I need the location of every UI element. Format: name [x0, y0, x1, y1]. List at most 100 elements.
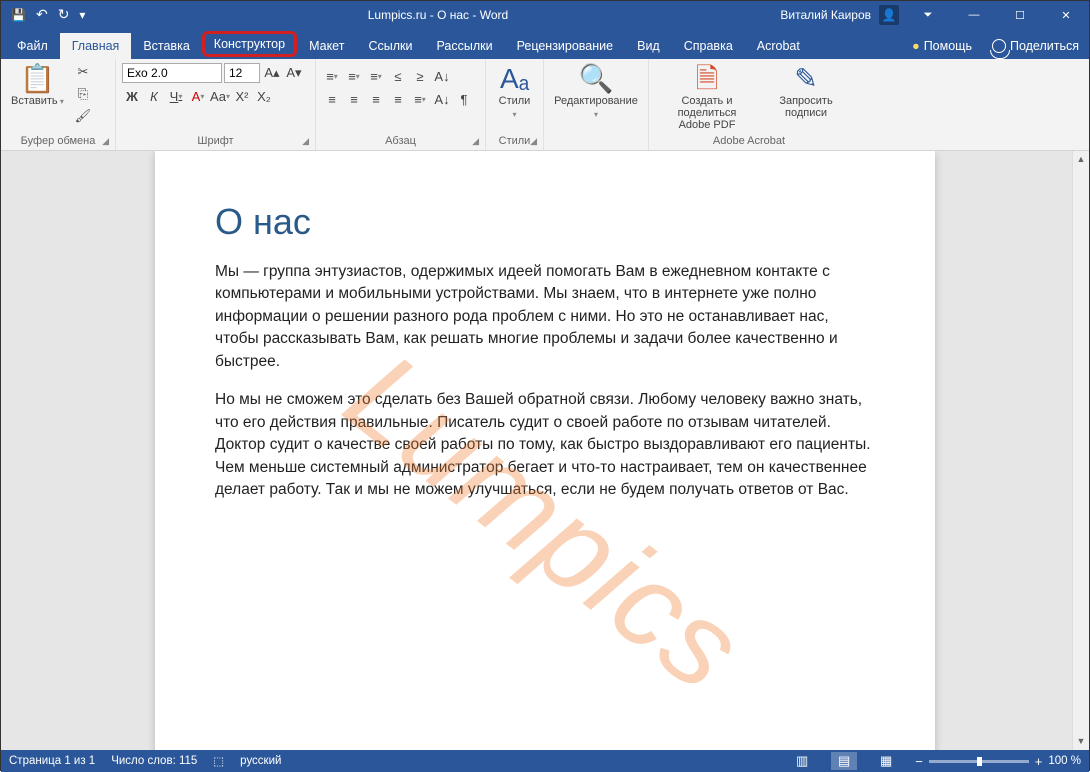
find-icon: 🔍: [579, 65, 614, 93]
paste-button[interactable]: 📋 Вставить: [7, 63, 68, 110]
sort-icon[interactable]: A↓: [432, 66, 452, 86]
undo-icon[interactable]: ↶: [36, 7, 48, 24]
dialog-launcher-icon[interactable]: ◢: [530, 136, 537, 147]
pdf-icon: 🗎: [696, 65, 719, 93]
tab-review[interactable]: Рецензирование: [505, 33, 626, 59]
status-bar: Страница 1 из 1 Число слов: 115 ⬚ русски…: [1, 750, 1089, 772]
document-area: О нас Мы — группа энтузиастов, одержимых…: [1, 151, 1089, 750]
print-layout-icon[interactable]: ▤: [831, 752, 857, 770]
increase-indent-icon[interactable]: ≥: [410, 66, 430, 86]
tell-me[interactable]: Помощь: [902, 33, 982, 59]
font-name-input[interactable]: [122, 63, 222, 83]
ribbon-tabs: Файл Главная Вставка Конструктор Макет С…: [1, 29, 1089, 59]
ribbon: 📋 Вставить ✂ ⎘ 🖌 Буфер обмена◢ A▴ A▾ Ж К…: [1, 59, 1089, 151]
font-color-icon[interactable]: A: [188, 86, 208, 106]
shrink-font-icon[interactable]: A▾: [284, 63, 304, 83]
vertical-scrollbar[interactable]: ▲ ▼: [1072, 151, 1089, 750]
window-title: Lumpics.ru - О нас - Word: [95, 8, 780, 22]
bullets-icon[interactable]: ≡: [322, 66, 342, 86]
zoom-out-icon[interactable]: −: [915, 754, 923, 769]
page-number[interactable]: Страница 1 из 1: [9, 755, 95, 767]
word-count[interactable]: Число слов: 115: [111, 755, 197, 767]
paragraph[interactable]: Но мы не сможем это сделать без Вашей об…: [215, 389, 875, 501]
user-account[interactable]: Виталий Каиров 👤: [780, 5, 905, 25]
clipboard-icon: 📋: [20, 65, 55, 93]
tab-home[interactable]: Главная: [60, 33, 132, 59]
watermark: Lumpics: [321, 326, 769, 718]
tab-file[interactable]: Файл: [5, 33, 60, 59]
sub-icon[interactable]: X₂: [254, 86, 274, 106]
tab-help[interactable]: Справка: [672, 33, 745, 59]
justify-icon[interactable]: ≡: [388, 89, 408, 109]
format-painter-icon[interactable]: 🖌: [74, 107, 92, 125]
tab-insert[interactable]: Вставка: [131, 33, 201, 59]
titlebar: 💾 ↶ ↻ ▾ Lumpics.ru - О нас - Word Витали…: [1, 1, 1089, 29]
editing-button[interactable]: 🔍 Редактирование: [550, 63, 642, 123]
styles-icon: Aₐ: [500, 65, 529, 93]
redo-icon[interactable]: ↻: [58, 7, 70, 24]
paragraph[interactable]: Мы — группа энтузиастов, одержимых идеей…: [215, 261, 875, 373]
multilevel-icon[interactable]: ≡: [366, 66, 386, 86]
sort-az-icon[interactable]: A↓: [432, 89, 452, 109]
avatar: 👤: [879, 5, 899, 25]
zoom-level[interactable]: 100 %: [1048, 755, 1081, 767]
group-font: A▴ A▾ Ж К Ч A Aa X² X₂ Шрифт◢: [116, 59, 316, 150]
group-styles: Aₐ Стили Стили◢: [486, 59, 544, 150]
align-left-icon[interactable]: ≡: [322, 89, 342, 109]
quick-access-toolbar: 💾 ↶ ↻ ▾: [1, 7, 95, 24]
zoom-thumb[interactable]: [977, 757, 982, 766]
request-signatures-button[interactable]: ✎ Запросить подписи: [772, 63, 840, 121]
qat-more-icon[interactable]: ▾: [79, 8, 85, 22]
underline-icon[interactable]: Ч: [166, 86, 186, 106]
close-icon[interactable]: ✕: [1043, 1, 1089, 29]
page[interactable]: О нас Мы — группа энтузиастов, одержимых…: [155, 151, 935, 750]
proofing-icon[interactable]: ⬚: [213, 754, 224, 768]
tab-references[interactable]: Ссылки: [356, 33, 424, 59]
language[interactable]: русский: [240, 755, 281, 767]
ribbon-display-icon[interactable]: ⏷: [905, 1, 951, 29]
read-mode-icon[interactable]: ▥: [789, 752, 815, 770]
minimize-icon[interactable]: —: [951, 1, 997, 29]
zoom-track[interactable]: [929, 760, 1029, 763]
share-icon: [992, 39, 1006, 53]
decrease-indent-icon[interactable]: ≤: [388, 66, 408, 86]
scroll-up-icon[interactable]: ▲: [1073, 151, 1089, 168]
grow-font-icon[interactable]: A▴: [262, 63, 282, 83]
dialog-launcher-icon[interactable]: ◢: [102, 136, 109, 147]
font-size-input[interactable]: [224, 63, 260, 83]
maximize-icon[interactable]: ☐: [997, 1, 1043, 29]
dialog-launcher-icon[interactable]: ◢: [472, 136, 479, 147]
bold-icon[interactable]: Ж: [122, 86, 142, 106]
line-spacing-icon[interactable]: ≡: [410, 89, 430, 109]
group-clipboard: 📋 Вставить ✂ ⎘ 🖌 Буфер обмена◢: [1, 59, 116, 150]
tab-layout[interactable]: Макет: [297, 33, 356, 59]
create-share-pdf-button[interactable]: 🗎 Создать и поделиться Adobe PDF: [658, 63, 756, 133]
user-name: Виталий Каиров: [780, 8, 871, 22]
group-adobe: 🗎 Создать и поделиться Adobe PDF ✎ Запро…: [649, 59, 849, 150]
italic-icon[interactable]: К: [144, 86, 164, 106]
scroll-down-icon[interactable]: ▼: [1073, 733, 1089, 750]
align-right-icon[interactable]: ≡: [366, 89, 386, 109]
cut-icon[interactable]: ✂: [74, 63, 92, 81]
show-marks-icon[interactable]: ¶: [454, 89, 474, 109]
sup-icon[interactable]: X²: [232, 86, 252, 106]
numbering-icon[interactable]: ≡: [344, 66, 364, 86]
group-editing: 🔍 Редактирование: [544, 59, 649, 150]
tab-design[interactable]: Конструктор: [202, 31, 297, 57]
styles-button[interactable]: Aₐ Стили: [492, 63, 537, 123]
share-button[interactable]: Поделиться: [982, 33, 1089, 59]
zoom-slider[interactable]: − + 100 %: [915, 754, 1081, 769]
tab-view[interactable]: Вид: [625, 33, 672, 59]
save-icon[interactable]: 💾: [11, 8, 26, 22]
zoom-in-icon[interactable]: +: [1035, 754, 1043, 769]
copy-icon[interactable]: ⎘: [74, 85, 92, 103]
align-center-icon[interactable]: ≡: [344, 89, 364, 109]
change-case-icon[interactable]: Aa: [210, 86, 230, 106]
web-layout-icon[interactable]: ▦: [873, 752, 899, 770]
signature-icon: ✎: [794, 65, 817, 93]
tab-mailings[interactable]: Рассылки: [424, 33, 504, 59]
tab-acrobat[interactable]: Acrobat: [745, 33, 812, 59]
heading[interactable]: О нас: [215, 201, 875, 243]
bulb-icon: [912, 39, 920, 53]
dialog-launcher-icon[interactable]: ◢: [302, 136, 309, 147]
